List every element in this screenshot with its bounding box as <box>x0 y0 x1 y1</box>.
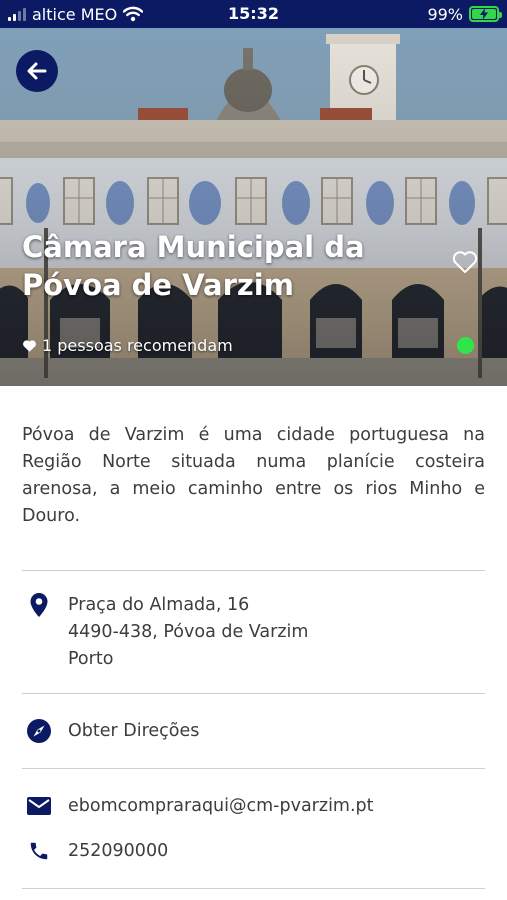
hero-image: Câmara Municipal da Póvoa de Varzim 1 pe… <box>0 28 507 386</box>
status-bar: altice MEO 15:32 99% <box>0 0 507 28</box>
directions-row[interactable]: Obter Direções <box>22 718 485 745</box>
recommendations-text: 1 pessoas recomendam <box>42 336 233 355</box>
back-button[interactable] <box>16 50 58 92</box>
arrow-left-icon <box>27 62 47 80</box>
email-link: ebomcompraraqui@cm-pvarzim.pt <box>68 796 374 816</box>
divider <box>22 570 485 571</box>
envelope-icon <box>24 793 54 819</box>
address-row[interactable]: Praça do Almada, 16 4490-438, Póvoa de V… <box>22 592 485 673</box>
battery-percent: 99% <box>427 4 463 24</box>
recommendations: 1 pessoas recomendam <box>22 336 233 355</box>
divider <box>22 888 485 889</box>
favorite-heart-icon[interactable] <box>452 250 478 274</box>
heart-filled-icon <box>23 339 36 352</box>
email-row[interactable]: ebomcompraraqui@cm-pvarzim.pt <box>22 793 485 820</box>
compass-icon <box>24 718 54 744</box>
building-photo <box>0 28 507 386</box>
address-line-1: Praça do Almada, 16 <box>68 595 250 615</box>
open-status-indicator <box>457 337 474 354</box>
divider <box>22 768 485 769</box>
phone-icon <box>24 838 54 864</box>
status-right: 99% <box>427 0 502 28</box>
address-line-2: 4490-438, Póvoa de Varzim <box>68 622 309 642</box>
charging-bolt-icon <box>480 8 488 20</box>
battery-icon <box>469 6 502 22</box>
directions-label: Obter Direções <box>68 721 200 741</box>
place-title: Câmara Municipal da Póvoa de Varzim <box>22 230 365 302</box>
place-description: Póvoa de Varzim é uma cidade portuguesa … <box>22 425 485 526</box>
address-line-3: Porto <box>68 649 114 669</box>
phone-row[interactable]: 252090000 <box>22 838 485 865</box>
phone-link: 252090000 <box>68 841 169 861</box>
map-pin-icon <box>24 592 54 618</box>
divider <box>22 693 485 694</box>
address-text: Praça do Almada, 16 4490-438, Póvoa de V… <box>68 592 308 673</box>
